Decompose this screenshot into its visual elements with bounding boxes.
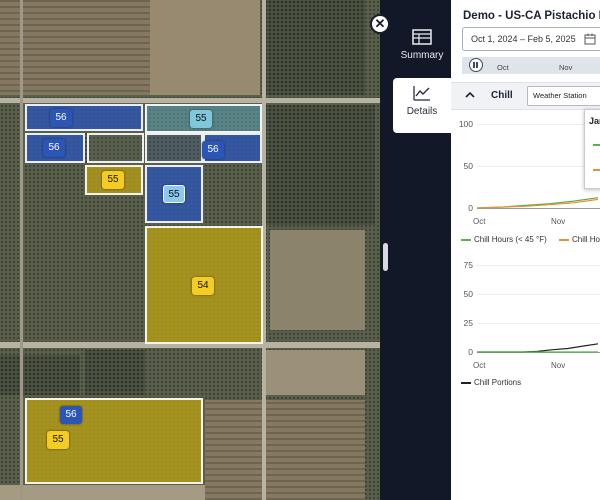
field-label[interactable]: 55	[163, 185, 185, 203]
legend-swatch	[559, 238, 569, 241]
field-label[interactable]: 56	[43, 139, 65, 157]
series-line	[477, 343, 599, 353]
y-tick-label: 0	[468, 203, 473, 213]
tooltip-title: Jan	[589, 116, 600, 126]
legend-item[interactable]: Chill Hou	[559, 235, 600, 244]
legend-label: Chill Hours (< 45 °F)	[474, 235, 547, 244]
field-block[interactable]	[25, 104, 143, 131]
y-tick-label: 75	[463, 260, 473, 270]
x-tick-label: Oct	[473, 361, 486, 370]
series-line	[477, 197, 599, 209]
legend-item[interactable]: Chill Hours (< 45 °F)	[461, 235, 547, 244]
y-tick-label: 25	[463, 318, 473, 328]
field-block[interactable]	[145, 133, 203, 163]
y-tick-label: 100	[458, 119, 473, 129]
legend-swatch	[461, 238, 471, 241]
calendar-icon[interactable]	[584, 33, 596, 45]
legend-swatch	[461, 381, 471, 384]
chart-line-icon	[413, 86, 430, 101]
legend-label: Chill Hou	[572, 235, 600, 244]
y-tick-label: 50	[463, 289, 473, 299]
field-block[interactable]	[87, 133, 144, 163]
close-icon: ✕	[374, 16, 386, 31]
tab-details[interactable]: Details	[393, 78, 451, 133]
field-label[interactable]: 56	[60, 406, 82, 424]
y-tick-label: 50	[463, 161, 473, 171]
date-range-field[interactable]: Oct 1, 2024 – Feb 5, 2025	[462, 27, 600, 51]
close-panel-button[interactable]: ✕	[370, 14, 390, 34]
timeline-tick: Nov	[559, 63, 573, 72]
weather-station-value: Weather Station	[533, 91, 587, 100]
legend-item[interactable]: Chill Portions	[461, 378, 521, 387]
pause-button[interactable]	[469, 58, 483, 72]
table-icon	[412, 29, 432, 45]
sidebar: Summary Details	[380, 0, 451, 500]
timeline-tick: Oct	[497, 63, 509, 72]
field-label[interactable]: 56	[50, 109, 72, 127]
field-label[interactable]: 55	[47, 431, 69, 449]
tab-details-label: Details	[406, 106, 438, 117]
x-tick-label: Nov	[551, 361, 566, 370]
field-label[interactable]: 55	[190, 110, 212, 128]
section-label: Chill	[491, 90, 513, 101]
resize-handle[interactable]	[383, 243, 388, 271]
satellite-map[interactable]: 56 55 56 56 55 55 54 56 55	[0, 0, 380, 500]
field-label[interactable]: 54	[192, 277, 214, 295]
date-range-value: Oct 1, 2024 – Feb 5, 2025	[471, 34, 576, 44]
chart-plot-area	[477, 343, 599, 353]
field-label[interactable]: 56	[202, 141, 224, 159]
details-panel: Demo - US-CA Pistachio Prop Oct 1, 2024 …	[451, 0, 600, 500]
x-tick-label: Oct	[473, 217, 486, 226]
chart-plot-area	[477, 197, 599, 209]
weather-station-select[interactable]: Weather Station	[527, 86, 600, 106]
tab-summary-label: Summary	[400, 50, 444, 61]
x-tick-label: Nov	[551, 217, 566, 226]
chevron-up-icon[interactable]	[465, 90, 475, 100]
tooltip-series-marker	[593, 144, 600, 146]
legend-label: Chill Portions	[474, 378, 522, 387]
page-title: Demo - US-CA Pistachio Prop	[463, 10, 600, 22]
field-label[interactable]: 55	[102, 171, 124, 189]
tooltip-series-marker	[593, 169, 600, 171]
tab-summary[interactable]: Summary	[393, 22, 451, 76]
y-tick-label: 0	[468, 347, 473, 357]
